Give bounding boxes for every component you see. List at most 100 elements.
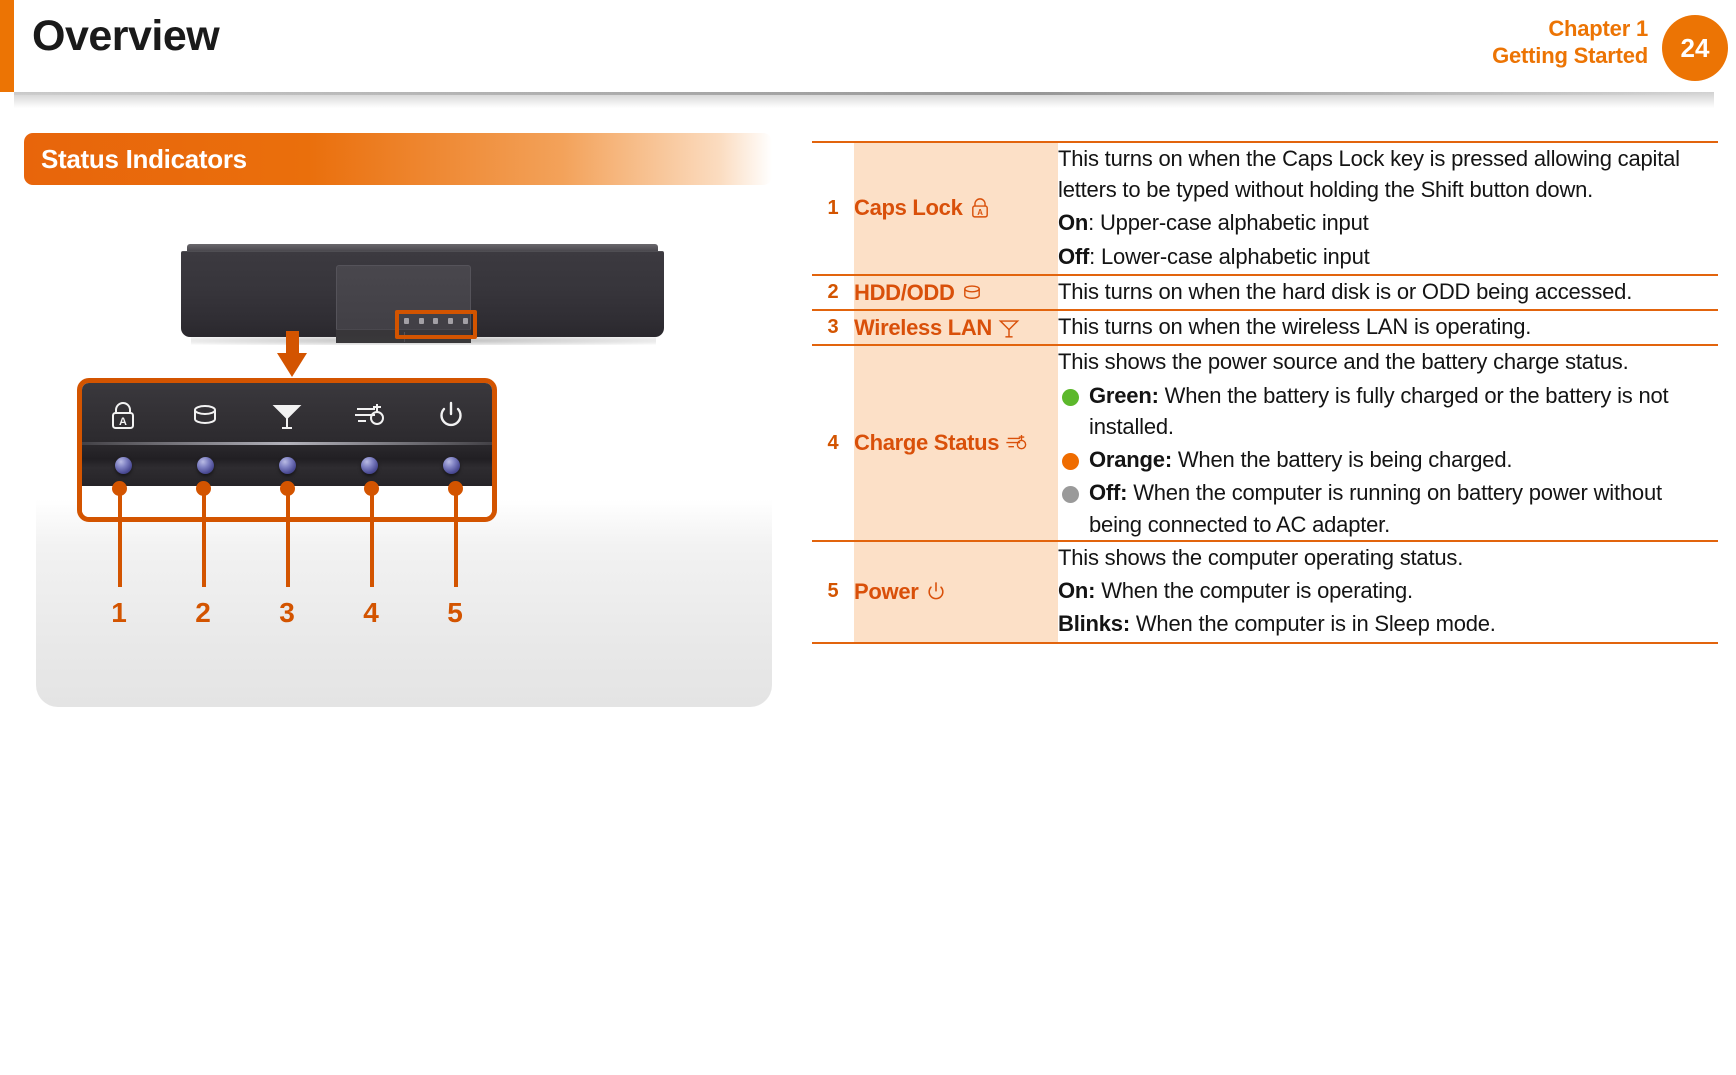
description-line: On: When the computer is operating. [1058,578,1413,604]
bullet-color-dot [1062,453,1079,471]
led-indicator [114,456,132,474]
header-divider [14,92,1714,108]
page-title: Overview [32,12,220,60]
section-heading-bar: Status Indicators [24,133,772,185]
laptop-illustration [181,244,664,346]
led-cell [164,456,246,474]
callout-number: 3 [279,597,295,628]
indicator-led-row [82,449,492,481]
description-line: This shows the power source and the batt… [1058,349,1629,375]
chapter-label: Chapter 1 Getting Started [1492,16,1648,70]
hdd-odd-icon [961,281,983,304]
description-line: Off: Lower-case alphabetic input [1058,243,1370,269]
row-number: 5 [812,539,854,644]
row-description: This turns on when the Caps Lock key is … [1058,141,1718,275]
row-label-text: HDD/ODD [854,279,955,305]
led-cell [246,456,328,474]
row-number: 3 [812,309,854,346]
row-number: 4 [812,344,854,541]
leader-line [201,487,206,587]
led-cell [82,456,164,474]
description-line: This turns on when the Caps Lock key is … [1058,146,1680,203]
charge-status-icon [328,399,410,431]
mini-indicator-dot [448,317,454,324]
description-line: Blinks: When the computer is in Sleep mo… [1058,611,1496,637]
power-icon [925,580,947,603]
wireless-lan-icon [246,399,328,431]
callout-arrow-head [277,353,307,377]
leader-line [117,487,122,587]
description-line: On: Upper-case alphabetic input [1058,210,1369,236]
row-label: Wireless LAN [854,309,1058,346]
mini-indicator-dot [418,317,424,324]
mini-indicator-dot [463,317,469,324]
callout-number: 5 [447,597,463,628]
led-indicator [442,456,460,474]
table-row: 3 Wireless LAN This turns on when the wire… [812,309,1718,346]
status-indicator-table-wrap: 1 Caps Lock This turns on when the Caps Lo… [812,141,1718,644]
charge-status-icon [1005,431,1027,454]
indicator-strip-mini [399,315,473,326]
table-row: 4 Charge Status This shows the power sourc… [812,344,1718,541]
led-cell [328,456,410,474]
bullet-text: Off: When the computer is running on bat… [1089,480,1662,537]
hdd-odd-icon [164,399,246,431]
bullet-item: Green: When the battery is fully charged… [1058,380,1718,442]
bullet-text: Green: When the battery is fully charged… [1089,382,1669,439]
callout-leader-lines [77,481,497,597]
callout-number: 2 [195,597,211,628]
status-indicator-table: 1 Caps Lock This turns on when the Caps Lo… [812,141,1718,644]
power-icon [410,399,492,431]
row-label: HDD/ODD [854,273,1058,311]
indicator-icon-row: A [82,389,492,441]
callout-number: 1 [111,597,127,628]
row-label: Caps Lock [854,141,1058,275]
description-line: This turns on when the wireless LAN is o… [1058,314,1532,340]
description-line: This turns on when the hard disk is or O… [1058,278,1633,304]
row-description: This shows the computer operating status… [1058,539,1718,644]
bullet-text: Orange: When the battery is being charge… [1089,447,1513,473]
document-page: Overview Chapter 1 Getting Started 24 St… [0,0,1736,1075]
section-title: Status Indicators [41,143,247,174]
illustration-panel: A 1 2 3 4 5 [36,235,772,707]
callout-number-labels: 1 2 3 4 5 [77,597,497,637]
row-label-text: Wireless LAN [854,314,993,340]
row-label-text: Charge Status [854,430,1000,456]
mini-indicator-dot [403,317,409,324]
led-indicator [196,456,214,474]
row-label: Charge Status [854,344,1058,541]
leader-line [453,487,458,587]
svg-text:A: A [119,416,127,428]
led-indicator [360,456,378,474]
table-row: 1 Caps Lock This turns on when the Caps Lo… [812,141,1718,275]
table-row: 5 Power This shows the computer operating … [812,539,1718,644]
led-indicator [278,456,296,474]
bullet-item: Off: When the computer is running on bat… [1058,477,1718,539]
callout-arrow-stem [286,331,299,355]
row-label: Power [854,539,1058,644]
chapter-number: Chapter 1 [1548,16,1648,41]
description-line: This shows the computer operating status… [1058,544,1464,570]
indicator-strip-sheen [82,442,492,445]
row-description: This turns on when the wireless LAN is o… [1058,309,1718,346]
left-column: Status Indicators A 1 2 3 4 5 [24,133,772,707]
header-accent-bar [0,0,14,92]
caps-lock-icon: A [82,399,164,431]
callout-number: 4 [363,597,379,628]
page-header: Overview Chapter 1 Getting Started 24 [0,0,1736,108]
bullet-color-dot [1062,486,1079,504]
row-description: This shows the power source and the batt… [1058,344,1718,541]
page-number-badge: 24 [1662,15,1728,81]
caps-lock-icon [969,196,991,219]
row-label-text: Power [854,578,919,604]
row-number: 2 [812,273,854,311]
chapter-name: Getting Started [1492,42,1648,68]
row-description: This turns on when the hard disk is or O… [1058,273,1718,311]
led-cell [410,456,492,474]
mini-indicator-dot [433,317,439,324]
bullet-item: Orange: When the battery is being charge… [1058,444,1718,475]
leader-line [369,487,374,587]
bullet-color-dot [1062,388,1079,406]
leader-line [285,487,290,587]
wireless-lan-icon [998,316,1020,339]
